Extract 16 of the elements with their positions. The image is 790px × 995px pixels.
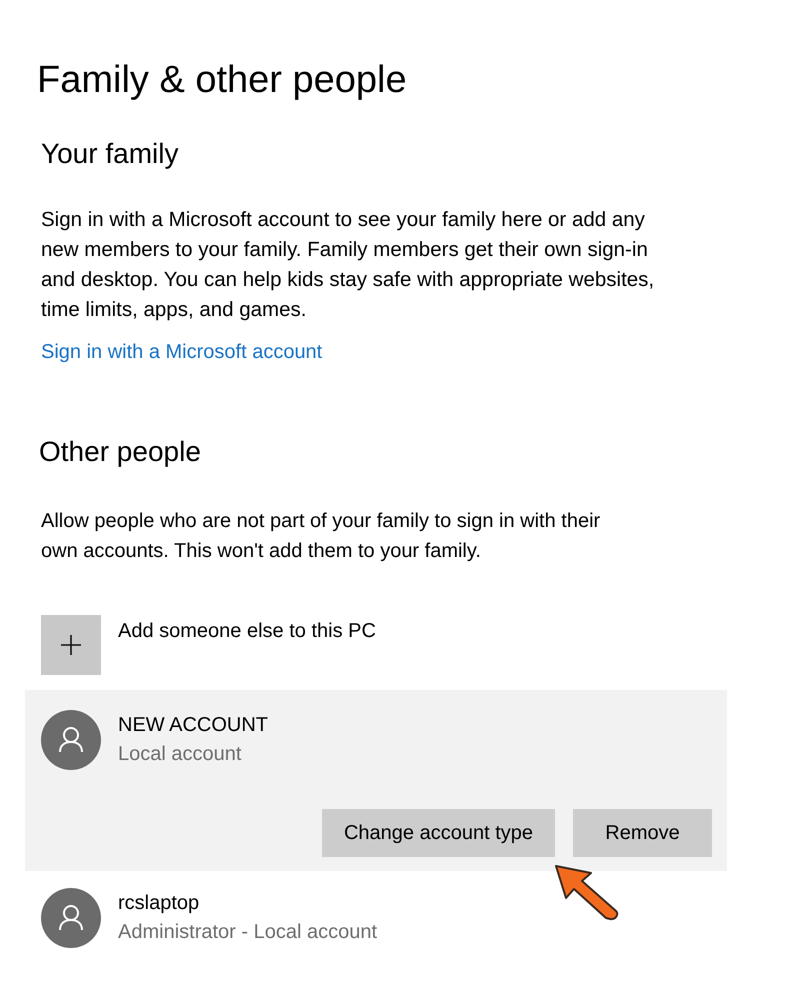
section-description: Sign in with a Microsoft account to see your family here or add any new members to your family. Family members get their own sign-in and desktop. You can help kids stay safe with appropriate websites, time limits, apps, and games. <box>41 207 656 323</box>
person-icon <box>41 888 101 948</box>
account-action-button[interactable]: Change account type <box>322 809 555 857</box>
account-type: Administrator - Local account <box>118 920 378 945</box>
sign-in-link[interactable]: Sign in with a Microsoft account <box>41 337 322 367</box>
account-name: NEW ACCOUNT <box>118 713 268 738</box>
account-name: rcslaptop <box>118 891 200 916</box>
person-icon <box>41 710 101 770</box>
account-type: Local account <box>118 742 242 767</box>
section-description: Allow people who are not part of your family to sign in with their own accounts. This won't add them to your family. <box>41 509 602 564</box>
add-person-button[interactable]: Add someone else to this PC <box>118 616 376 646</box>
page-title: Family & other people <box>37 58 408 103</box>
section-heading: Your family <box>41 137 180 171</box>
section-heading: Other people <box>39 435 202 469</box>
add-icon[interactable] <box>41 615 101 675</box>
account-action-button[interactable]: Remove <box>573 809 712 857</box>
